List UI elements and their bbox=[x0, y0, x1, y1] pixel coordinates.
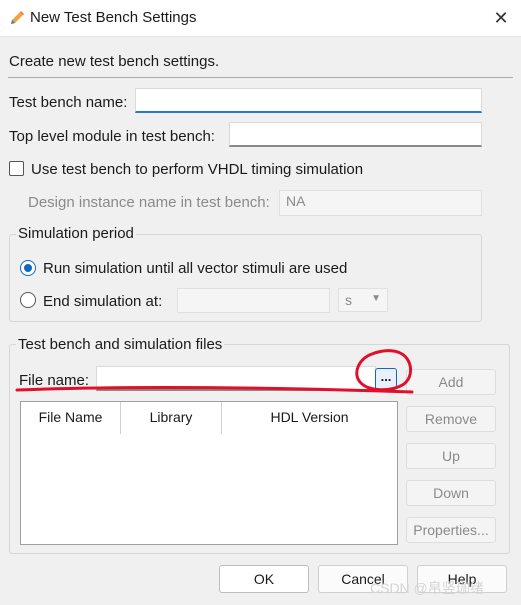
add-button[interactable]: Add bbox=[406, 369, 496, 395]
title-bar: New Test Bench Settings ✕ bbox=[0, 0, 521, 37]
run-until-label: Run simulation until all vector stimuli … bbox=[43, 260, 348, 277]
window-title: New Test Bench Settings bbox=[30, 9, 197, 26]
down-button[interactable]: Down bbox=[406, 480, 496, 506]
column-header-library[interactable]: Library bbox=[121, 402, 222, 434]
file-name-label: File name: bbox=[19, 372, 90, 389]
watermark: CSDN @帛竖珈绪 bbox=[370, 580, 484, 596]
remove-button[interactable]: Remove bbox=[406, 406, 496, 432]
test-bench-name-input[interactable] bbox=[135, 88, 482, 113]
test-bench-name-label: Test bench name: bbox=[9, 94, 128, 111]
top-level-module-input[interactable] bbox=[229, 122, 482, 147]
end-at-label: End simulation at: bbox=[43, 293, 163, 310]
column-header-file-name[interactable]: File Name bbox=[21, 402, 121, 434]
vhdl-timing-label: Use test bench to perform VHDL timing si… bbox=[31, 161, 364, 178]
browse-button[interactable]: ... bbox=[375, 368, 397, 390]
design-instance-label: Design instance name in test bench: bbox=[28, 194, 270, 211]
time-unit-value: s bbox=[345, 292, 352, 308]
top-level-module-label: Top level module in test bench: bbox=[9, 128, 215, 145]
vhdl-timing-checkbox[interactable] bbox=[9, 161, 24, 176]
column-header-hdl-version[interactable]: HDL Version bbox=[222, 402, 397, 434]
simulation-period-title: Simulation period bbox=[16, 225, 136, 242]
ok-button[interactable]: OK bbox=[219, 565, 309, 593]
files-group-title: Test bench and simulation files bbox=[16, 336, 225, 353]
end-at-radio[interactable] bbox=[20, 292, 36, 308]
close-icon[interactable]: ✕ bbox=[489, 6, 513, 30]
chevron-down-icon: ▼ bbox=[371, 293, 381, 304]
run-until-radio[interactable] bbox=[20, 260, 36, 276]
time-unit-select[interactable]: s ▼ bbox=[338, 288, 388, 312]
file-name-input[interactable] bbox=[96, 366, 376, 391]
separator bbox=[8, 77, 513, 78]
up-button[interactable]: Up bbox=[406, 443, 496, 469]
end-at-input[interactable] bbox=[177, 288, 330, 313]
pencil-icon bbox=[11, 11, 24, 24]
design-instance-input[interactable]: NA bbox=[279, 190, 482, 216]
properties-button[interactable]: Properties... bbox=[406, 517, 496, 543]
intro-text: Create new test bench settings. bbox=[9, 53, 220, 70]
files-table[interactable]: File Name Library HDL Version bbox=[20, 401, 398, 545]
